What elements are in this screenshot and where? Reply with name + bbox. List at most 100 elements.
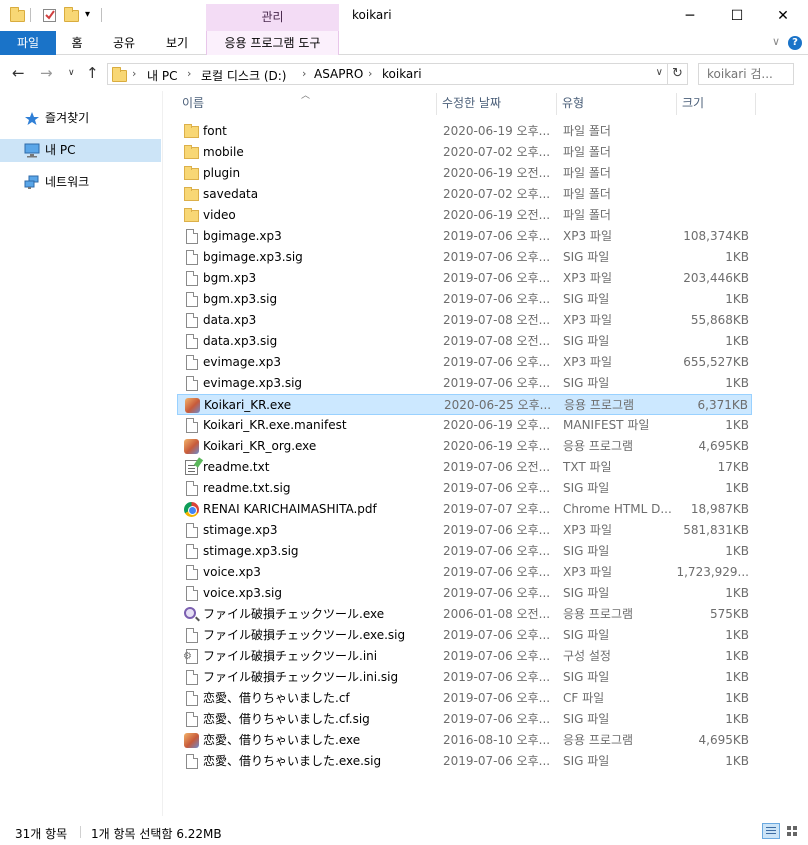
file-date: 2020-06-19 오전... <box>443 208 551 222</box>
chrome-icon <box>184 502 199 517</box>
file-row[interactable]: voice.xp3 2019-07-06 오후... XP3 파일 1,723,929… <box>177 562 752 583</box>
selection-info: 1개 항목 선택함 6.22MB <box>91 827 222 841</box>
large-icons-view-icon[interactable] <box>784 823 802 839</box>
file-row[interactable]: evimage.xp3.sig 2019-07-06 오후... SIG 파일 1KB <box>177 373 752 394</box>
file-row[interactable]: data.xp3 2019-07-08 오전... XP3 파일 55,868KB <box>177 310 752 331</box>
chevron-down-icon[interactable]: ∨ <box>656 67 663 78</box>
file-type: 구성 설정 <box>563 649 611 663</box>
breadcrumb-koikari[interactable]: koikari <box>382 67 422 81</box>
file-type: 파일 폴더 <box>563 145 611 159</box>
file-row[interactable]: savedata 2020-07-02 오후... 파일 폴더 <box>177 184 752 205</box>
file-size: 1KB <box>725 544 749 558</box>
file-type: XP3 파일 <box>563 565 612 579</box>
pane-divider[interactable] <box>162 91 163 816</box>
file-name: bgimage.xp3.sig <box>203 250 303 264</box>
properties-check-icon[interactable] <box>42 7 58 23</box>
chevron-down-icon[interactable]: ∨ <box>772 35 780 48</box>
file-row[interactable]: bgm.xp3.sig 2019-07-06 오후... SIG 파일 1KB <box>177 289 752 310</box>
file-date: 2019-07-06 오후... <box>443 271 551 285</box>
file-row[interactable]: 恋愛、借りちゃいました.cf.sig 2019-07-06 오후... SIG 파일… <box>177 709 752 730</box>
file-date: 2019-07-06 오후... <box>443 565 551 579</box>
column-header-size[interactable]: 크기 <box>677 91 755 116</box>
file-name: 恋愛、借りちゃいました.exe.sig <box>203 754 382 768</box>
nav-item-network[interactable]: 네트워크 <box>0 171 161 194</box>
column-header-type[interactable]: 유형 <box>557 91 676 116</box>
file-row[interactable]: evimage.xp3 2019-07-06 오후... XP3 파일 655,527… <box>177 352 752 373</box>
file-type: SIG 파일 <box>563 250 610 264</box>
file-row[interactable]: ファイル破損チェックツール.ini 2019-07-06 오후... 구성 설정 1K… <box>177 646 752 667</box>
file-row[interactable]: Koikari_KR.exe 2020-06-25 오후... 응용 프로그램 6,3… <box>177 394 752 415</box>
file-type: SIG 파일 <box>563 586 610 600</box>
file-row[interactable]: readme.txt 2019-07-06 오전... TXT 파일 17KB <box>177 457 752 478</box>
file-row[interactable]: RENAI KARICHAIMASHITA.pdf 2019-07-07 오후..… <box>177 499 752 520</box>
file-row[interactable]: mobile 2020-07-02 오후... 파일 폴더 <box>177 142 752 163</box>
new-folder-icon[interactable] <box>64 7 80 23</box>
file-row[interactable]: 恋愛、借りちゃいました.cf 2019-07-06 오후... CF 파일 1KB <box>177 688 752 709</box>
file-name: Koikari_KR.exe.manifest <box>203 418 347 432</box>
file-row[interactable]: ファイル破損チェックツール.exe 2006-01-08 오전... 응용 프로그램… <box>177 604 752 625</box>
tab-application-tools[interactable]: 응용 프로그램 도구 <box>206 31 339 55</box>
file-date: 2019-07-07 오후... <box>443 502 551 516</box>
file-row[interactable]: bgimage.xp3 2019-07-06 오후... XP3 파일 108,374… <box>177 226 752 247</box>
file-row[interactable]: Koikari_KR_org.exe 2020-06-19 오후... 응용 프로그… <box>177 436 752 457</box>
file-size: 6,371KB <box>697 398 748 412</box>
breadcrumb-separator[interactable]: › <box>368 67 372 80</box>
tab-view[interactable]: 보기 <box>156 31 198 55</box>
breadcrumb-separator[interactable]: › <box>132 67 136 80</box>
close-button[interactable]: ✕ <box>760 0 806 31</box>
recent-locations-chevron-icon[interactable]: ∨ <box>68 68 75 78</box>
file-row[interactable]: data.xp3.sig 2019-07-08 오전... SIG 파일 1KB <box>177 331 752 352</box>
tab-share[interactable]: 공유 <box>104 31 144 55</box>
maximize-button[interactable]: ☐ <box>714 0 760 31</box>
column-header-date[interactable]: 수정한 날짜 <box>437 91 556 116</box>
column-header-name[interactable]: 이름 <box>177 91 436 116</box>
file-row[interactable]: bgimage.xp3.sig 2019-07-06 오후... SIG 파일 1KB <box>177 247 752 268</box>
file-size: 1KB <box>725 670 749 684</box>
file-row[interactable]: voice.xp3.sig 2019-07-06 오후... SIG 파일 1KB <box>177 583 752 604</box>
file-type: SIG 파일 <box>563 712 610 726</box>
file-row[interactable]: ファイル破損チェックツール.exe.sig 2019-07-06 오후... SIG… <box>177 625 752 646</box>
refresh-icon[interactable]: ↻ <box>668 63 688 85</box>
minimize-button[interactable]: ─ <box>667 0 713 31</box>
file-row[interactable]: video 2020-06-19 오전... 파일 폴더 <box>177 205 752 226</box>
file-row[interactable]: stimage.xp3 2019-07-06 오후... XP3 파일 581,831… <box>177 520 752 541</box>
file-type: Chrome HTML D... <box>563 502 672 516</box>
file-row[interactable]: plugin 2020-06-19 오전... 파일 폴더 <box>177 163 752 184</box>
nav-label: 내 PC <box>45 143 76 157</box>
nav-item-this-pc[interactable]: 내 PC <box>0 139 161 162</box>
breadcrumb-separator[interactable]: › <box>187 67 191 80</box>
file-row[interactable]: readme.txt.sig 2019-07-06 오후... SIG 파일 1KB <box>177 478 752 499</box>
breadcrumb-local-disk[interactable]: 로컬 디스크 (D:) <box>201 67 286 84</box>
search-input[interactable] <box>699 64 789 84</box>
file-row[interactable]: font 2020-06-19 오후... 파일 폴더 <box>177 121 752 142</box>
forward-arrow-icon[interactable]: → <box>40 64 53 82</box>
tab-home[interactable]: 홈 <box>60 31 94 55</box>
up-arrow-icon[interactable]: ↑ <box>86 64 99 82</box>
breadcrumb-separator[interactable]: › <box>302 67 306 80</box>
file-row[interactable]: 恋愛、借りちゃいました.exe 2016-08-10 오후... 응용 프로그램 4,… <box>177 730 752 751</box>
back-arrow-icon[interactable]: ← <box>12 64 25 82</box>
nav-item-quick-access[interactable]: 즐겨찾기 <box>0 107 161 130</box>
file-date: 2019-07-06 오후... <box>443 691 551 705</box>
file-name: readme.txt.sig <box>203 481 291 495</box>
breadcrumb-this-pc[interactable]: 내 PC <box>147 67 177 84</box>
tab-file[interactable]: 파일 <box>0 31 56 55</box>
customize-toolbar-icon[interactable]: ▾ <box>85 7 101 23</box>
search-box[interactable] <box>698 63 794 85</box>
navigation-pane: 즐겨찾기 내 PC 네트워크 <box>0 91 162 816</box>
file-row[interactable]: ファイル破損チェックツール.ini.sig 2019-07-06 오후... SIG… <box>177 667 752 688</box>
star-icon <box>24 111 40 126</box>
help-icon[interactable]: ? <box>788 36 802 50</box>
breadcrumb-asapro[interactable]: ASAPRO <box>314 67 363 81</box>
file-row[interactable]: bgm.xp3 2019-07-06 오후... XP3 파일 203,446KB <box>177 268 752 289</box>
file-size: 1KB <box>725 334 749 348</box>
file-row[interactable]: stimage.xp3.sig 2019-07-06 오후... SIG 파일 1KB <box>177 541 752 562</box>
application-icon <box>184 439 199 454</box>
file-row[interactable]: Koikari_KR.exe.manifest 2020-06-19 오후... M… <box>177 415 752 436</box>
file-icon <box>186 250 198 265</box>
column-separator[interactable] <box>755 93 756 115</box>
address-bar[interactable]: › 내 PC › 로컬 디스크 (D:) › ASAPRO › koikari … <box>107 63 668 85</box>
details-view-icon[interactable] <box>762 823 780 839</box>
file-name: video <box>203 208 236 222</box>
file-row[interactable]: 恋愛、借りちゃいました.exe.sig 2019-07-06 오후... SIG 파… <box>177 751 752 772</box>
